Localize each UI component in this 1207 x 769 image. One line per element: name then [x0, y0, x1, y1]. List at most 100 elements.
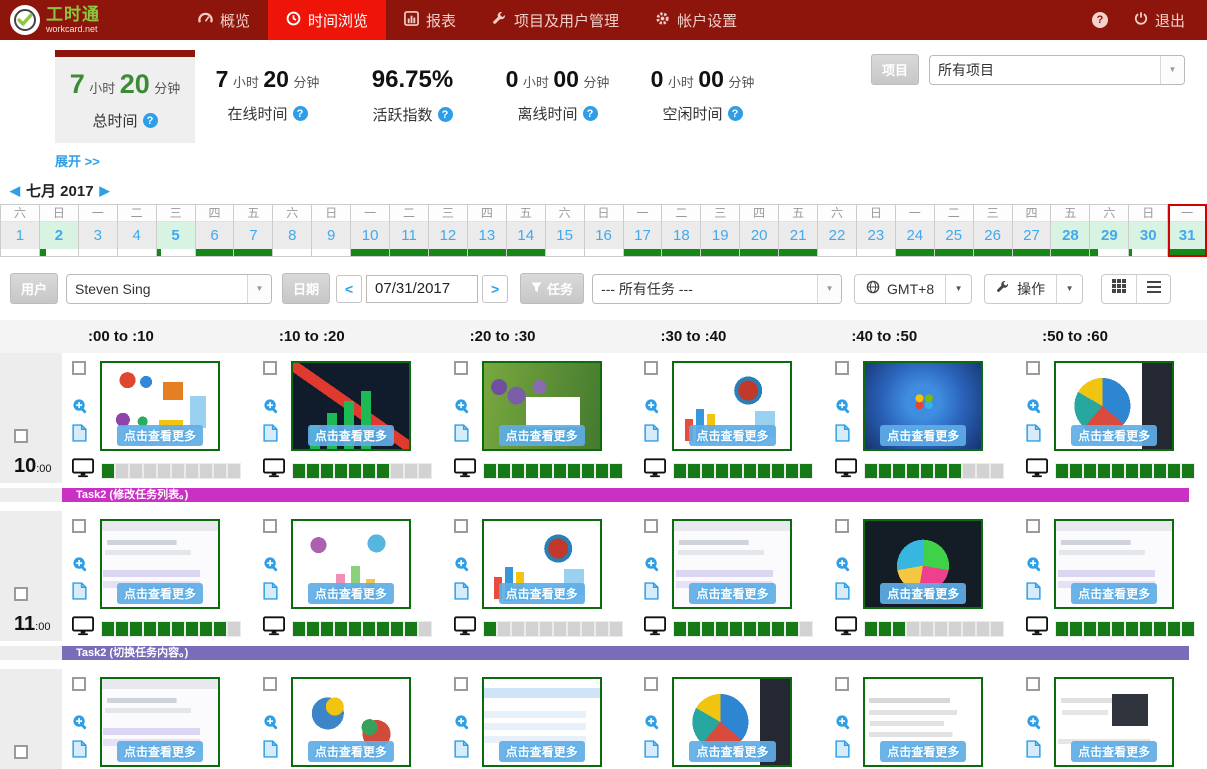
- calendar-day[interactable]: 三12: [429, 204, 468, 257]
- nav-item-overview[interactable]: 概览: [180, 0, 268, 40]
- screenshot-thumbnail[interactable]: 点击查看更多: [100, 519, 220, 609]
- view-more-button[interactable]: 点击查看更多: [117, 583, 203, 604]
- calendar-day[interactable]: 二25: [935, 204, 974, 257]
- calendar-day[interactable]: 日30: [1129, 204, 1168, 257]
- document-icon[interactable]: [1026, 740, 1041, 767]
- document-icon[interactable]: [835, 424, 850, 451]
- screenshot-checkbox[interactable]: [263, 677, 277, 691]
- zoom-in-icon[interactable]: [72, 556, 89, 582]
- document-icon[interactable]: [644, 582, 659, 609]
- zoom-in-icon[interactable]: [1026, 714, 1043, 740]
- timezone-button[interactable]: GMT+8: [855, 275, 945, 303]
- logout-button[interactable]: 退出: [1134, 10, 1185, 31]
- document-icon[interactable]: [835, 582, 850, 609]
- nav-item-reports[interactable]: 报表: [386, 0, 474, 40]
- calendar-day[interactable]: 四20: [740, 204, 779, 257]
- calendar-day[interactable]: 四13: [468, 204, 507, 257]
- screenshot-thumbnail[interactable]: 点击查看更多: [291, 361, 411, 451]
- expand-link[interactable]: 展开 >>: [55, 151, 135, 170]
- document-icon[interactable]: [644, 740, 659, 767]
- project-select[interactable]: 所有项目 ▼: [929, 55, 1185, 85]
- calendar-day[interactable]: 一3: [79, 204, 118, 257]
- zoom-in-icon[interactable]: [644, 556, 661, 582]
- screenshot-thumbnail[interactable]: 点击查看更多: [291, 677, 411, 767]
- view-more-button[interactable]: 点击查看更多: [1071, 425, 1157, 446]
- document-icon[interactable]: [454, 582, 469, 609]
- screenshot-checkbox[interactable]: [72, 677, 86, 691]
- row-checkbox[interactable]: [14, 745, 28, 759]
- screenshot-thumbnail[interactable]: 点击查看更多: [863, 677, 983, 767]
- zoom-in-icon[interactable]: [835, 556, 852, 582]
- calendar-day[interactable]: 五14: [507, 204, 546, 257]
- screenshot-checkbox[interactable]: [1026, 361, 1040, 375]
- screenshot-checkbox[interactable]: [72, 519, 86, 533]
- screenshot-thumbnail[interactable]: 点击查看更多: [100, 361, 220, 451]
- view-more-button[interactable]: 点击查看更多: [308, 425, 394, 446]
- zoom-in-icon[interactable]: [835, 714, 852, 740]
- calendar-day[interactable]: 一17: [624, 204, 663, 257]
- zoom-in-icon[interactable]: [72, 398, 89, 424]
- screenshot-checkbox[interactable]: [835, 519, 849, 533]
- calendar-day[interactable]: 六15: [546, 204, 585, 257]
- view-more-button[interactable]: 点击查看更多: [880, 741, 966, 762]
- actions-button[interactable]: 操作: [985, 275, 1056, 303]
- screenshot-thumbnail[interactable]: 点击查看更多: [672, 519, 792, 609]
- document-icon[interactable]: [644, 424, 659, 451]
- screenshot-checkbox[interactable]: [1026, 519, 1040, 533]
- list-view-button[interactable]: [1136, 275, 1170, 303]
- screenshot-thumbnail[interactable]: 点击查看更多: [482, 361, 602, 451]
- zoom-in-icon[interactable]: [72, 714, 89, 740]
- calendar-day[interactable]: 日2: [40, 204, 79, 257]
- screenshot-checkbox[interactable]: [454, 361, 468, 375]
- view-more-button[interactable]: 点击查看更多: [117, 741, 203, 762]
- zoom-in-icon[interactable]: [454, 398, 471, 424]
- chevron-down-icon[interactable]: ▼: [945, 275, 971, 303]
- document-icon[interactable]: [72, 424, 87, 451]
- nav-item-project-user-mgmt[interactable]: 项目及用户管理: [474, 0, 637, 40]
- document-icon[interactable]: [72, 582, 87, 609]
- screenshot-thumbnail[interactable]: 点击查看更多: [672, 677, 792, 767]
- user-select[interactable]: Steven Sing ▼: [66, 274, 272, 304]
- screenshot-thumbnail[interactable]: 点击查看更多: [1054, 677, 1174, 767]
- zoom-in-icon[interactable]: [835, 398, 852, 424]
- screenshot-thumbnail[interactable]: 点击查看更多: [863, 361, 983, 451]
- document-icon[interactable]: [1026, 424, 1041, 451]
- screenshot-thumbnail[interactable]: 点击查看更多: [1054, 519, 1174, 609]
- screenshot-thumbnail[interactable]: 点击查看更多: [1054, 361, 1174, 451]
- document-icon[interactable]: [454, 424, 469, 451]
- screenshot-thumbnail[interactable]: 点击查看更多: [291, 519, 411, 609]
- screenshot-checkbox[interactable]: [454, 677, 468, 691]
- screenshot-checkbox[interactable]: [1026, 677, 1040, 691]
- calendar-day[interactable]: 二18: [662, 204, 701, 257]
- screenshot-thumbnail[interactable]: 点击查看更多: [672, 361, 792, 451]
- view-more-button[interactable]: 点击查看更多: [499, 741, 585, 762]
- document-icon[interactable]: [835, 740, 850, 767]
- question-icon[interactable]: ?: [728, 106, 743, 121]
- screenshot-checkbox[interactable]: [263, 519, 277, 533]
- nav-item-time-browse[interactable]: 时间浏览: [268, 0, 386, 40]
- zoom-in-icon[interactable]: [263, 398, 280, 424]
- document-icon[interactable]: [454, 740, 469, 767]
- screenshot-thumbnail[interactable]: 点击查看更多: [100, 677, 220, 767]
- calendar-day[interactable]: 六8: [273, 204, 312, 257]
- calendar-day[interactable]: 二11: [390, 204, 429, 257]
- view-more-button[interactable]: 点击查看更多: [117, 425, 203, 446]
- nav-item-account-settings[interactable]: 帐户设置: [637, 0, 755, 40]
- screenshot-thumbnail[interactable]: 点击查看更多: [863, 519, 983, 609]
- prev-day-button[interactable]: <: [336, 275, 362, 303]
- calendar-day[interactable]: 日9: [312, 204, 351, 257]
- screenshot-checkbox[interactable]: [454, 519, 468, 533]
- zoom-in-icon[interactable]: [1026, 556, 1043, 582]
- calendar-day[interactable]: 六29: [1090, 204, 1129, 257]
- document-icon[interactable]: [72, 740, 87, 767]
- calendar-day[interactable]: 六1: [1, 204, 40, 257]
- calendar-day[interactable]: 六22: [818, 204, 857, 257]
- calendar-day[interactable]: 一31: [1168, 204, 1207, 257]
- help-icon[interactable]: ?: [1092, 12, 1108, 28]
- calendar-day[interactable]: 一24: [896, 204, 935, 257]
- document-icon[interactable]: [1026, 582, 1041, 609]
- calendar-day[interactable]: 一10: [351, 204, 390, 257]
- row-checkbox[interactable]: [14, 587, 28, 601]
- question-icon[interactable]: ?: [438, 107, 453, 122]
- screenshot-checkbox[interactable]: [835, 677, 849, 691]
